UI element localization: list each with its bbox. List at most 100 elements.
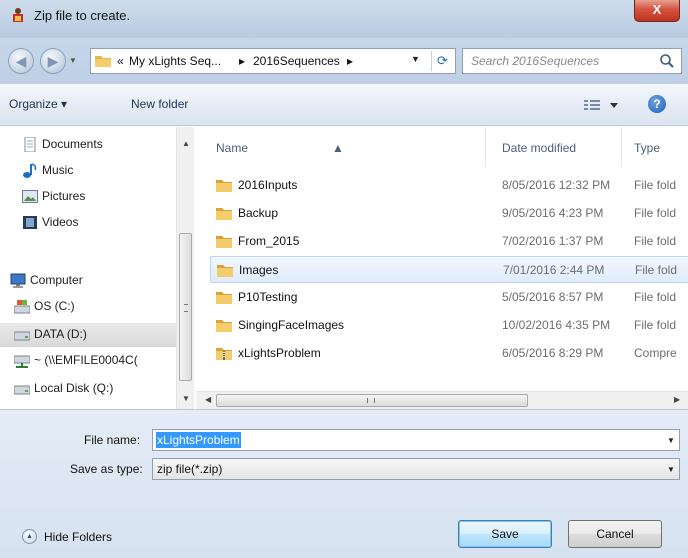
scrollbar-thumb[interactable] xyxy=(216,394,528,407)
column-header-type[interactable]: Type xyxy=(630,127,688,167)
nav-item-label: Pictures xyxy=(42,189,86,203)
column-header-name[interactable]: Name ▲ xyxy=(210,127,486,167)
nav-item-label: Documents xyxy=(42,137,103,151)
grip-icon xyxy=(367,398,375,403)
breadcrumb-separator[interactable]: ▸ xyxy=(347,54,353,68)
save-type-value: zip file(*.zip) xyxy=(157,462,223,476)
file-name: P10Testing xyxy=(238,290,298,304)
folder-icon xyxy=(216,208,232,220)
file-type: File fold xyxy=(634,206,677,220)
close-button[interactable]: X xyxy=(634,0,680,22)
save-type-label: Save as type: xyxy=(70,462,143,476)
nav-item-computer[interactable]: Computer xyxy=(0,269,176,293)
breadcrumb-overflow[interactable]: « xyxy=(117,54,124,68)
nav-scrollbar[interactable]: ▲ ▼ xyxy=(176,127,194,409)
nav-item-documents[interactable]: Documents xyxy=(0,133,176,157)
search-input[interactable]: Search 2016Sequences xyxy=(462,48,682,74)
scroll-right-icon[interactable]: ▶ xyxy=(674,395,680,404)
nav-item-local-disk-q[interactable]: Local Disk (Q:) xyxy=(0,377,176,401)
nav-item-label: Music xyxy=(42,163,74,177)
scroll-down-icon[interactable]: ▼ xyxy=(182,394,190,403)
file-type: File fold xyxy=(635,263,678,277)
save-button[interactable]: Save xyxy=(458,520,552,548)
nav-item-data-d[interactable]: DATA (D:) xyxy=(0,323,176,347)
folder-icon xyxy=(216,236,232,248)
file-name: SingingFaceImages xyxy=(238,318,345,332)
folder-icon xyxy=(216,320,232,332)
breadcrumb-separator[interactable]: ▸ xyxy=(239,54,245,68)
list-item[interactable]: Backup 9/05/2016 4:23 PM File fold xyxy=(210,200,688,227)
list-item[interactable]: From_2015 7/02/2016 1:37 PM File fold xyxy=(210,228,688,255)
app-icon xyxy=(13,8,23,22)
drive-q-icon xyxy=(14,385,30,395)
documents-icon xyxy=(24,137,36,152)
nav-item-videos[interactable]: Videos xyxy=(0,211,176,235)
file-date: 7/01/2016 2:44 PM xyxy=(503,263,605,277)
breadcrumb-item[interactable]: 2016Sequences xyxy=(253,54,340,68)
file-type: File fold xyxy=(634,178,677,192)
grip-icon xyxy=(184,304,188,312)
file-date: 5/05/2016 8:57 PM xyxy=(502,290,604,304)
nav-item-network-drive[interactable]: ~ (\\EMFILE0004C( xyxy=(0,349,176,373)
save-type-select[interactable]: zip file(*.zip) ▼ xyxy=(152,458,680,480)
file-name: Images xyxy=(239,263,279,277)
list-item[interactable]: 2016Inputs 8/05/2016 12:32 PM File fold xyxy=(210,172,688,199)
list-item[interactable]: SingingFaceImages 10/02/2016 4:35 PM Fil… xyxy=(210,312,688,339)
file-date: 8/05/2016 12:32 PM xyxy=(502,178,611,192)
file-date: 10/02/2016 4:35 PM xyxy=(502,318,611,332)
title-bar: Zip file to create. X xyxy=(0,0,688,38)
back-arrow-icon: ◀ xyxy=(15,53,27,69)
file-name: Backup xyxy=(238,206,279,220)
nav-item-label: Computer xyxy=(30,273,83,287)
nav-item-label: Local Disk (Q:) xyxy=(34,381,114,395)
refresh-icon[interactable]: ⟳ xyxy=(431,51,453,71)
column-header-label: Date modified xyxy=(502,141,577,155)
nav-item-pictures[interactable]: Pictures xyxy=(0,185,176,209)
column-header-label: Type xyxy=(634,141,661,155)
chevron-up-icon: ▲ xyxy=(22,529,37,544)
music-icon xyxy=(23,163,37,178)
scroll-left-icon[interactable]: ◀ xyxy=(205,395,211,404)
nav-item-os-c[interactable]: OS (C:) xyxy=(0,295,176,319)
cancel-button[interactable]: Cancel xyxy=(568,520,662,548)
address-bar[interactable]: « My xLights Seq... ▸ 2016Sequences ▸ ▼ … xyxy=(90,48,456,74)
help-icon[interactable]: ? xyxy=(648,95,666,113)
save-panel: File name: xLightsProblem ▼ Save as type… xyxy=(0,409,688,558)
list-item[interactable]: xLightsProblem 6/05/2016 8:29 PM Compre xyxy=(210,340,688,367)
file-date: 6/05/2016 8:29 PM xyxy=(502,346,604,360)
nav-item-music[interactable]: Music xyxy=(0,159,176,183)
computer-icon xyxy=(10,273,26,288)
change-view-icon[interactable] xyxy=(582,96,622,114)
file-name-label: File name: xyxy=(84,433,141,447)
column-header-date[interactable]: Date modified xyxy=(498,127,622,167)
address-dropdown[interactable]: ▼ xyxy=(411,54,420,64)
search-icon[interactable] xyxy=(659,53,675,69)
organize-button[interactable]: Organize ▾ xyxy=(9,97,67,111)
recent-pages-dropdown[interactable]: ▼ xyxy=(69,56,77,65)
breadcrumb-item[interactable]: My xLights Seq... xyxy=(129,54,221,68)
scrollbar-thumb[interactable] xyxy=(179,233,192,381)
network-drive-icon xyxy=(14,355,30,368)
file-date: 9/05/2016 4:23 PM xyxy=(502,206,604,220)
chevron-down-icon[interactable]: ▼ xyxy=(667,436,675,445)
folder-icon xyxy=(217,265,233,277)
nav-item-label: DATA (D:) xyxy=(34,327,87,341)
drive-d-icon xyxy=(14,331,30,341)
back-button[interactable]: ◀ xyxy=(8,48,34,74)
folder-icon xyxy=(95,56,111,67)
list-item[interactable]: Images 7/01/2016 2:44 PM File fold xyxy=(210,256,688,283)
command-toolbar: Organize ▾ New folder ? xyxy=(0,84,688,126)
file-date: 7/02/2016 1:37 PM xyxy=(502,234,604,248)
scroll-up-icon[interactable]: ▲ xyxy=(182,139,190,148)
forward-button[interactable]: ▶ xyxy=(40,48,66,74)
new-folder-button[interactable]: New folder xyxy=(131,97,188,111)
videos-icon xyxy=(23,216,37,229)
zip-folder-icon xyxy=(216,348,232,360)
chevron-down-icon[interactable]: ▼ xyxy=(667,465,675,474)
column-header-label: Name xyxy=(216,141,249,155)
file-list-scrollbar[interactable]: ◀ ▶ xyxy=(196,391,688,409)
list-item[interactable]: P10Testing 5/05/2016 8:57 PM File fold xyxy=(210,284,688,311)
file-name: xLightsProblem xyxy=(238,346,321,360)
file-type: File fold xyxy=(634,318,677,332)
file-name-input[interactable]: xLightsProblem ▼ xyxy=(152,429,680,451)
